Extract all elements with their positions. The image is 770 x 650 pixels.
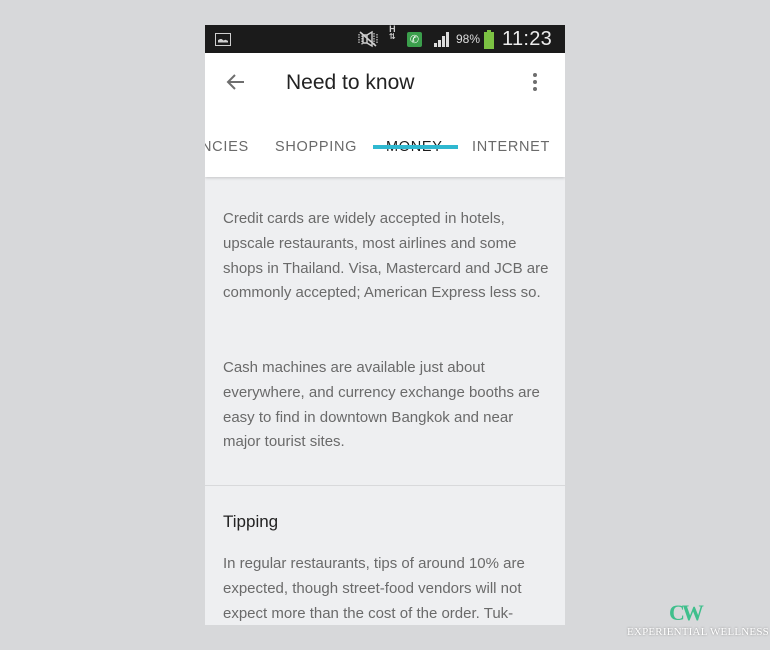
section-title-tipping: Tipping xyxy=(223,512,279,531)
paragraph-cash-machines: Cash machines are available just about e… xyxy=(223,359,540,451)
content-area[interactable]: Credit cards are widely accepted in hote… xyxy=(205,177,565,625)
status-bar: H ⇅ ✆ 98% 11:23 xyxy=(205,25,565,53)
phone-screen: H ⇅ ✆ 98% 11:23 Need to know NCIES SHOPPI… xyxy=(205,25,565,625)
call-icon: ✆ xyxy=(407,25,422,53)
paragraph-tipping: In regular restaurants, tips of around 1… xyxy=(223,555,525,622)
page-title: Need to know xyxy=(286,71,415,94)
gallery-icon xyxy=(215,25,231,53)
active-tab-indicator xyxy=(373,145,458,149)
tab-bar: NCIES SHOPPING MONEY INTERNET xyxy=(205,137,565,177)
paragraph-credit-cards: Credit cards are widely accepted in hote… xyxy=(223,210,549,302)
battery-icon xyxy=(484,25,494,53)
battery-percent: 98% xyxy=(456,32,481,46)
watermark-logo: CW xyxy=(669,600,704,625)
app-bar: Need to know NCIES SHOPPING MONEY INTERN… xyxy=(205,53,565,177)
section-divider xyxy=(205,485,565,486)
clock: 11:23 xyxy=(502,27,553,50)
more-vert-icon xyxy=(527,73,543,91)
arrow-left-icon xyxy=(226,74,244,90)
tab-money[interactable]: MONEY xyxy=(386,137,443,174)
back-button[interactable] xyxy=(225,71,247,93)
mute-icon xyxy=(357,25,379,53)
tab-shopping[interactable]: SHOPPING xyxy=(275,137,357,174)
signal-icon xyxy=(433,25,453,53)
watermark: CW EXPERIENTIAL WELLNESS xyxy=(625,598,769,644)
hsdpa-icon: H ⇅ xyxy=(389,25,396,41)
more-options-button[interactable] xyxy=(527,73,543,95)
watermark-text: EXPERIENTIAL WELLNESS xyxy=(627,626,769,638)
tab-internet[interactable]: INTERNET xyxy=(472,137,550,174)
tab-emergencies[interactable]: NCIES xyxy=(205,137,249,174)
